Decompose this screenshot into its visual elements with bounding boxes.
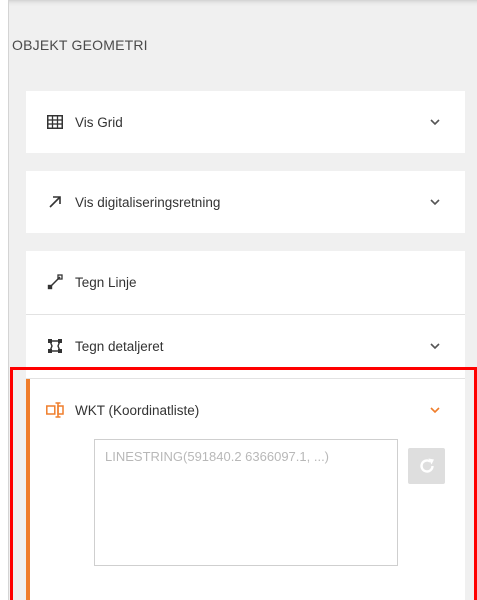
tegn-linje-button[interactable]: Tegn Linje [26,251,465,313]
chevron-down-icon [430,343,440,350]
tegn-linje-label: Tegn Linje [75,274,137,290]
grid-icon [46,113,64,131]
refresh-button[interactable] [408,448,445,484]
wkt-coordinates-input[interactable] [94,439,398,566]
text-cursor-icon [46,401,64,419]
vis-grid-label: Vis Grid [75,114,123,130]
draw-line-icon [46,273,64,291]
chevron-down-icon [430,199,440,206]
tegn-card: Tegn Linje Tegn detaljeret WKT (Koordina… [26,251,465,600]
wkt-toggle[interactable]: WKT (Koordinatliste) [26,379,465,441]
chevron-down-icon [430,119,440,126]
panel-title: OBJEKT GEOMETRI [12,37,148,53]
vis-digitaliseringsretning-toggle[interactable]: Vis digitaliseringsretning [26,171,465,233]
wkt-label: WKT (Koordinatliste) [75,402,200,418]
chevron-down-icon [430,407,440,414]
tegn-detaljeret-toggle[interactable]: Tegn detaljeret [26,315,465,377]
vis-digitaliseringsretning-label: Vis digitaliseringsretning [75,194,221,210]
polygon-nodes-icon [46,337,64,355]
refresh-icon [419,458,434,473]
vis-grid-card: Vis Grid [26,91,465,153]
object-geometry-panel: OBJEKT GEOMETRI Vis Grid Vis digitaliser… [8,0,477,600]
arrow-up-right-icon [46,193,64,211]
tegn-detaljeret-label: Tegn detaljeret [75,338,164,354]
vis-digitaliseringsretning-card: Vis digitaliseringsretning [26,171,465,233]
wkt-section: WKT (Koordinatliste) [26,379,465,600]
vis-grid-toggle[interactable]: Vis Grid [26,91,465,153]
